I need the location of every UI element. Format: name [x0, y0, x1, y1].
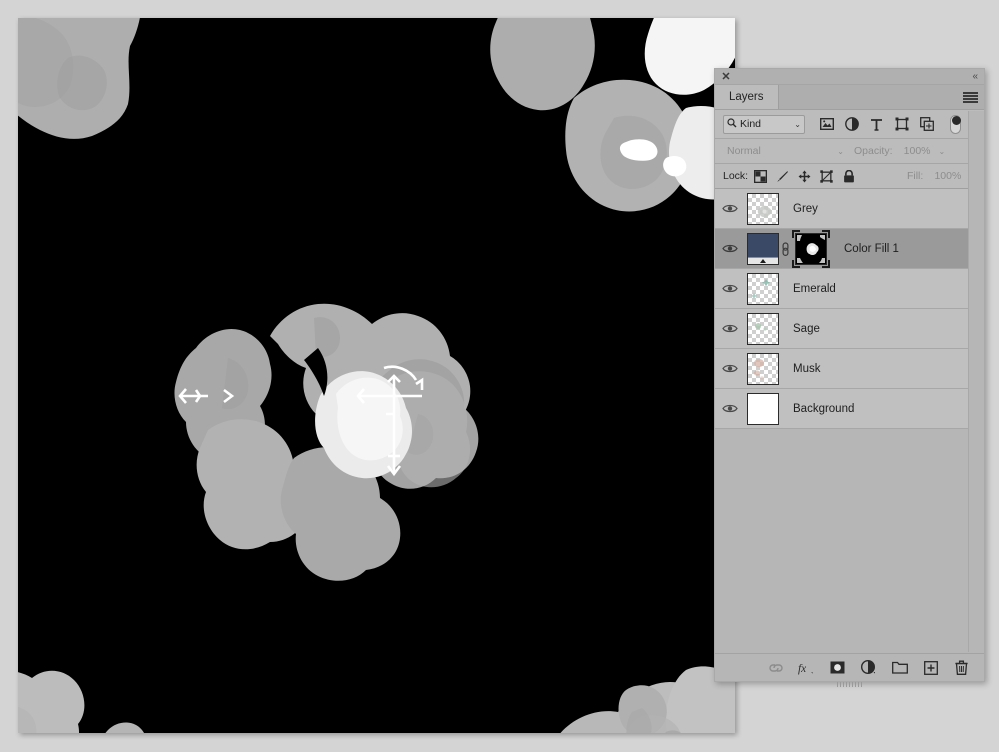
layer-visibility-toggle[interactable] [715, 243, 745, 254]
filter-type-icons [819, 114, 961, 134]
blend-mode-select[interactable]: Normal ⌄ [723, 142, 848, 160]
new-group-icon[interactable] [891, 659, 908, 676]
layer-thumbnail[interactable] [747, 392, 779, 425]
layer-name[interactable]: Emerald [793, 283, 836, 295]
layer-list[interactable]: Grey Color Fill 1 Emerald Sage Musk Back… [715, 189, 984, 653]
layer-style-fx-icon[interactable]: fx [798, 659, 815, 676]
layer-fill-thumbnail[interactable] [747, 232, 779, 265]
blend-mode-value: Normal [727, 145, 761, 157]
blend-mode-row: Normal ⌄ Opacity: 100% ⌄ [715, 139, 984, 164]
eye-icon [722, 364, 738, 373]
chevron-down-icon: ⌄ [837, 146, 844, 156]
mask-corner-handle [792, 229, 800, 238]
adjustment-layer-filter-icon[interactable] [844, 117, 859, 132]
layer-thumbnail-area[interactable] [745, 392, 779, 425]
type-layer-filter-icon[interactable] [869, 117, 884, 132]
layer-row-color-fill-1[interactable]: Color Fill 1 [715, 229, 984, 269]
layer-name[interactable]: Background [793, 403, 854, 415]
collapse-panel-icon[interactable]: « [972, 71, 978, 83]
pixel-layer-filter-icon[interactable] [819, 117, 834, 132]
lock-all-icon[interactable] [842, 169, 855, 183]
fill-group: Fill: 100% ⌄ [907, 170, 976, 182]
tab-layers-label: Layers [729, 91, 764, 103]
delete-layer-icon[interactable] [953, 659, 970, 676]
lock-row: Lock: Fill: 100% [715, 164, 984, 189]
link-mask-icon[interactable] [779, 241, 792, 257]
panel-resize-grip[interactable] [836, 682, 863, 687]
layers-panel-scrollbar[interactable] [968, 111, 984, 652]
search-icon [727, 117, 737, 131]
layer-name[interactable]: Sage [793, 323, 820, 335]
filter-kind-select[interactable]: Kind ⌄ [723, 114, 805, 134]
opacity-group: Opacity: 100% ⌄ [854, 145, 945, 157]
opacity-input[interactable]: 100% [897, 145, 931, 157]
opacity-slider-caret-icon[interactable]: ⌄ [935, 147, 946, 156]
mask-corner-handle [822, 259, 830, 268]
layer-name[interactable]: Musk [793, 363, 820, 375]
panel-menu-icon[interactable] [963, 91, 978, 104]
layer-visibility-toggle[interactable] [715, 323, 745, 334]
opacity-label: Opacity: [854, 145, 893, 157]
add-layer-mask-icon[interactable] [829, 659, 846, 676]
layer-row-background[interactable]: Background [715, 389, 984, 429]
link-layers-icon[interactable] [767, 659, 784, 676]
layer-row-emerald[interactable]: Emerald [715, 269, 984, 309]
panel-tab-bar: Layers [715, 85, 984, 110]
layer-row-sage[interactable]: Sage [715, 309, 984, 349]
layer-thumbnail-area[interactable] [745, 272, 779, 305]
chevron-down-icon: ⌄ [794, 119, 801, 129]
lock-position-icon[interactable] [798, 170, 811, 183]
filter-kind-label: Kind [740, 118, 762, 130]
new-adjustment-layer-icon[interactable] [860, 659, 877, 676]
lock-transparent-pixels-icon[interactable] [754, 169, 768, 183]
layer-thumbnail[interactable] [747, 272, 779, 305]
layer-mask-thumbnail[interactable] [792, 229, 830, 268]
layer-name[interactable]: Color Fill 1 [844, 243, 899, 255]
shape-layer-filter-icon[interactable] [894, 117, 909, 132]
layer-thumbnail-area[interactable] [745, 312, 779, 345]
lock-label: Lock: [723, 170, 749, 182]
lock-artboard-nesting-icon[interactable] [820, 169, 833, 183]
eye-icon [722, 324, 738, 333]
new-layer-icon[interactable] [922, 659, 939, 676]
lock-icon-group [754, 169, 855, 183]
layer-thumbnail-area[interactable] [745, 352, 779, 385]
layer-visibility-toggle[interactable] [715, 363, 745, 374]
fill-label: Fill: [906, 170, 924, 182]
layers-panel-toolbar: fx [715, 653, 984, 687]
filter-enable-toggle[interactable] [950, 114, 961, 134]
layer-visibility-toggle[interactable] [715, 403, 745, 414]
layer-thumbnail[interactable] [747, 352, 779, 385]
eye-icon [722, 204, 738, 213]
tab-layers[interactable]: Layers [715, 85, 779, 109]
svg-text:fx: fx [798, 662, 806, 674]
fill-input[interactable]: 100% [927, 170, 961, 182]
layer-filter-row: Kind ⌄ [715, 110, 984, 139]
layers-panel: ✕ « Layers Kind ⌄ Normal ⌄ Opacity: 100%… [714, 68, 985, 687]
eye-icon [722, 404, 738, 413]
layer-row-grey[interactable]: Grey [715, 189, 984, 229]
layer-thumbnail-area[interactable] [745, 192, 779, 225]
close-icon[interactable]: ✕ [720, 71, 732, 83]
layer-visibility-toggle[interactable] [715, 203, 745, 214]
layer-thumbnail[interactable] [747, 192, 779, 225]
mask-corner-handle [792, 259, 800, 268]
layer-thumbnail-area[interactable] [745, 229, 830, 268]
photoshop-window: ✕ « Layers Kind ⌄ Normal ⌄ Opacity: 100%… [0, 0, 999, 752]
eye-icon [722, 284, 738, 293]
layer-name[interactable]: Grey [793, 203, 818, 215]
smart-object-filter-icon[interactable] [919, 117, 934, 132]
layer-mask-preview-artwork [18, 18, 735, 733]
panel-title-bar: ✕ « [715, 69, 984, 85]
layer-thumbnail[interactable] [747, 312, 779, 345]
layer-row-musk[interactable]: Musk [715, 349, 984, 389]
mask-corner-handle [822, 229, 830, 238]
lock-image-pixels-icon[interactable] [776, 170, 789, 183]
eye-icon [722, 244, 738, 253]
layer-visibility-toggle[interactable] [715, 283, 745, 294]
document-canvas[interactable] [18, 18, 735, 733]
